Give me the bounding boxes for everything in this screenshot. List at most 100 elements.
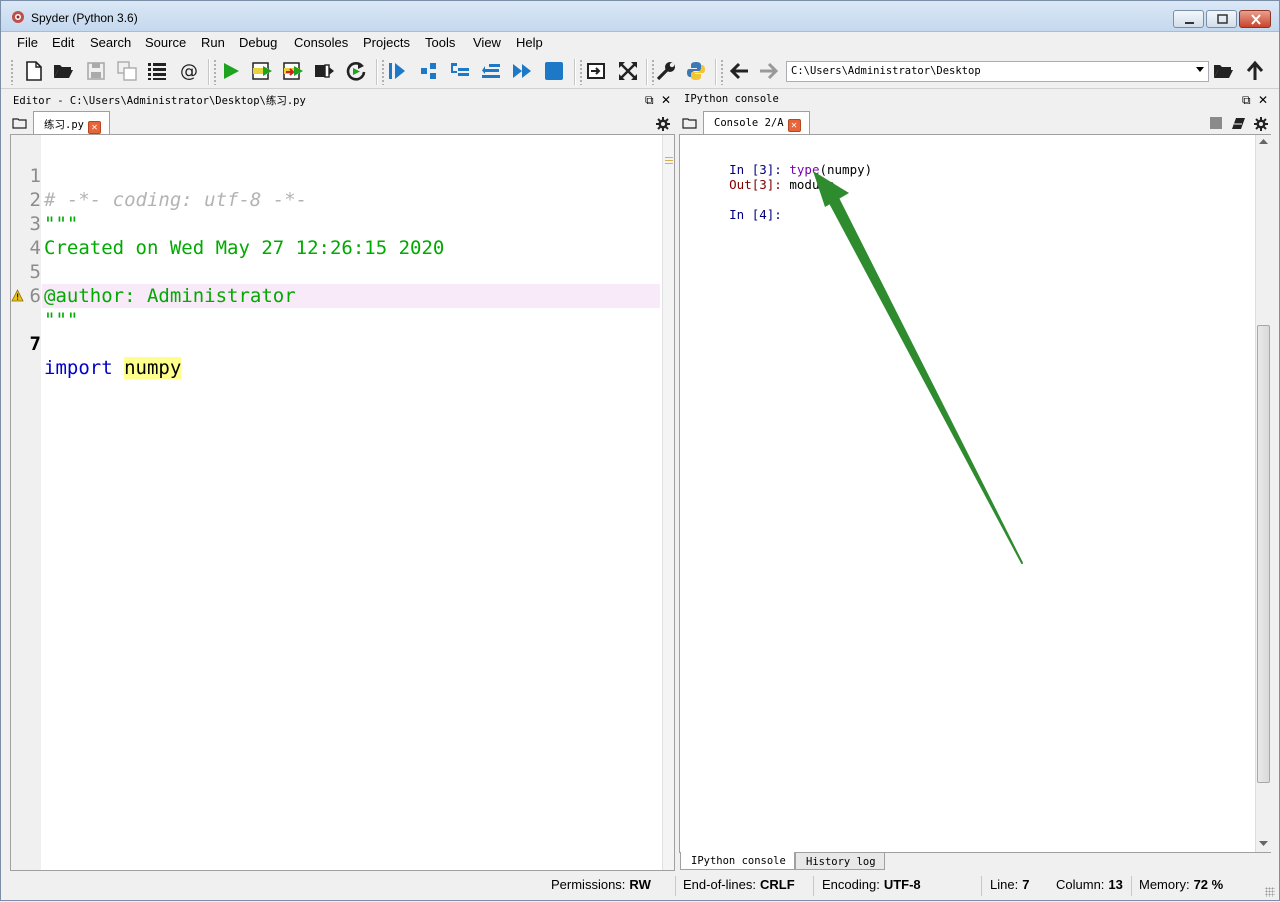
menu-view[interactable]: View (473, 35, 501, 50)
minimize-button[interactable] (1173, 10, 1204, 28)
code-line-5: 5 @author: Administrator (29, 261, 296, 307)
debug-icon[interactable] (386, 60, 408, 82)
scroll-down-icon[interactable] (1259, 841, 1268, 847)
keyword-import: import (44, 357, 113, 379)
tab-history-log[interactable]: History log (795, 852, 885, 870)
code-line-3: 3 Created on Wed May 27 12:26:15 2020 (29, 213, 445, 259)
run-icon[interactable] (220, 60, 242, 82)
step-into-icon[interactable] (449, 60, 471, 82)
run-cell-icon[interactable] (251, 60, 273, 82)
save-icon[interactable] (85, 60, 107, 82)
new-file-icon[interactable] (23, 60, 45, 82)
run-cell-advance-icon[interactable] (282, 60, 304, 82)
at-sign-icon[interactable]: @ (178, 60, 200, 82)
console-scroll-thumb[interactable] (1257, 325, 1270, 783)
tab-ipython-console[interactable]: IPython console (680, 852, 795, 870)
menu-bar: File Edit Search Source Run Debug Consol… (1, 32, 1279, 53)
browse-tabs-icon[interactable] (12, 116, 28, 130)
toolbar-separator (376, 59, 378, 85)
code-line-4: 4 (29, 237, 41, 259)
eraser-icon[interactable] (1231, 117, 1246, 130)
tab-editor-file[interactable]: 练习.py ✕ (33, 111, 110, 135)
gear-icon[interactable] (1254, 117, 1268, 131)
browse-folder-icon[interactable] (1212, 60, 1234, 82)
status-eol: End-of-lines: CRLF (683, 877, 795, 892)
step-icon[interactable] (418, 60, 440, 82)
preferences-wrench-icon[interactable] (655, 60, 677, 82)
rerun-icon[interactable] (345, 60, 367, 82)
menu-consoles[interactable]: Consoles (294, 35, 348, 50)
run-selection-icon[interactable] (313, 60, 335, 82)
menu-tools[interactable]: Tools (425, 35, 455, 50)
scroll-marker (665, 157, 673, 158)
tab-console-label: Console 2/A (714, 117, 784, 129)
forward-arrow-icon[interactable] (758, 60, 780, 82)
python-path-icon[interactable] (685, 60, 707, 82)
status-bar: Permissions: RW End-of-lines: CRLF Encodin… (1, 872, 1279, 900)
toolbar-grip[interactable] (720, 59, 724, 85)
window-title: Spyder (Python 3.6) (31, 11, 138, 25)
console-scrollbar[interactable] (1255, 135, 1271, 852)
spyder-window: Spyder (Python 3.6) File Edit Search Sou… (0, 0, 1280, 901)
toolbar-grip[interactable] (213, 59, 217, 85)
code-line-7: 7 import numpy (11, 284, 659, 379)
editor-pane-title: Editor - C:\Users\Administrator\Desktop\… (13, 95, 306, 107)
step-return-icon[interactable] (480, 60, 502, 82)
toolbar-grip[interactable] (381, 59, 385, 85)
gear-icon[interactable] (656, 117, 670, 131)
back-arrow-icon[interactable] (728, 60, 750, 82)
console-pane-title: IPython console (684, 93, 779, 105)
menu-run[interactable]: Run (201, 35, 225, 50)
tab-console[interactable]: Console 2/A ✕ (703, 111, 810, 135)
toolbar-separator (208, 59, 210, 85)
svg-text:@: @ (180, 61, 198, 82)
toolbar-grip[interactable] (579, 59, 583, 85)
toolbar-separator (715, 59, 717, 85)
continue-icon[interactable] (511, 60, 533, 82)
interrupt-kernel-icon[interactable] (1210, 117, 1223, 130)
editor-scrollbar[interactable] (662, 135, 674, 870)
maximize-pane-icon[interactable] (585, 60, 607, 82)
working-directory-value: C:\Users\Administrator\Desktop (791, 65, 981, 77)
status-divider (1131, 876, 1132, 896)
status-memory: Memory: 72 % (1139, 877, 1224, 892)
working-directory-combo[interactable]: C:\Users\Administrator\Desktop (786, 61, 1209, 82)
warning-icon[interactable] (11, 289, 24, 302)
close-pane-icon[interactable]: ✕ (661, 93, 671, 107)
menu-help[interactable]: Help (516, 35, 543, 50)
stop-icon[interactable] (543, 60, 565, 82)
console-input-4[interactable]: In [4]: (684, 192, 782, 237)
close-pane-icon[interactable]: ✕ (1258, 93, 1268, 107)
menu-file[interactable]: File (17, 35, 38, 50)
status-line: Line: 7 (990, 877, 1030, 892)
code-editor[interactable]: 1 # -*- coding: utf-8 -*- 2 """ 3 Create… (10, 134, 675, 871)
tab-editor-file-label: 练习.py (44, 119, 84, 131)
fullscreen-icon[interactable] (617, 60, 639, 82)
menu-debug[interactable]: Debug (239, 35, 277, 50)
open-folder-icon[interactable] (52, 60, 74, 82)
maximize-button[interactable] (1206, 10, 1237, 28)
parent-dir-arrow-icon[interactable] (1244, 60, 1266, 82)
save-all-icon[interactable] (116, 60, 138, 82)
close-icon (1251, 14, 1261, 25)
menu-edit[interactable]: Edit (52, 35, 74, 50)
resize-grip[interactable] (1265, 887, 1275, 897)
close-button[interactable] (1239, 10, 1271, 28)
menu-source[interactable]: Source (145, 35, 186, 50)
toolbar-grip[interactable] (10, 59, 14, 85)
undock-icon[interactable]: ⧉ (645, 93, 654, 108)
outline-list-icon[interactable] (146, 60, 168, 82)
status-divider (981, 876, 982, 896)
undock-icon[interactable]: ⧉ (1242, 93, 1251, 108)
maximize-icon (1217, 14, 1228, 24)
close-tab-icon[interactable]: ✕ (87, 121, 101, 134)
ipython-console[interactable]: In [3]: type(numpy) Out[3]: module In [4… (679, 134, 1271, 853)
close-tab-icon[interactable]: ✕ (787, 119, 801, 132)
menu-projects[interactable]: Projects (363, 35, 410, 50)
code-line-1: 1 # -*- coding: utf-8 -*- (29, 165, 308, 211)
browse-tabs-icon[interactable] (682, 116, 698, 130)
menu-search[interactable]: Search (90, 35, 131, 50)
chevron-down-icon[interactable] (1196, 67, 1204, 72)
scroll-up-icon[interactable] (1259, 138, 1268, 144)
toolbar-separator (646, 59, 648, 85)
